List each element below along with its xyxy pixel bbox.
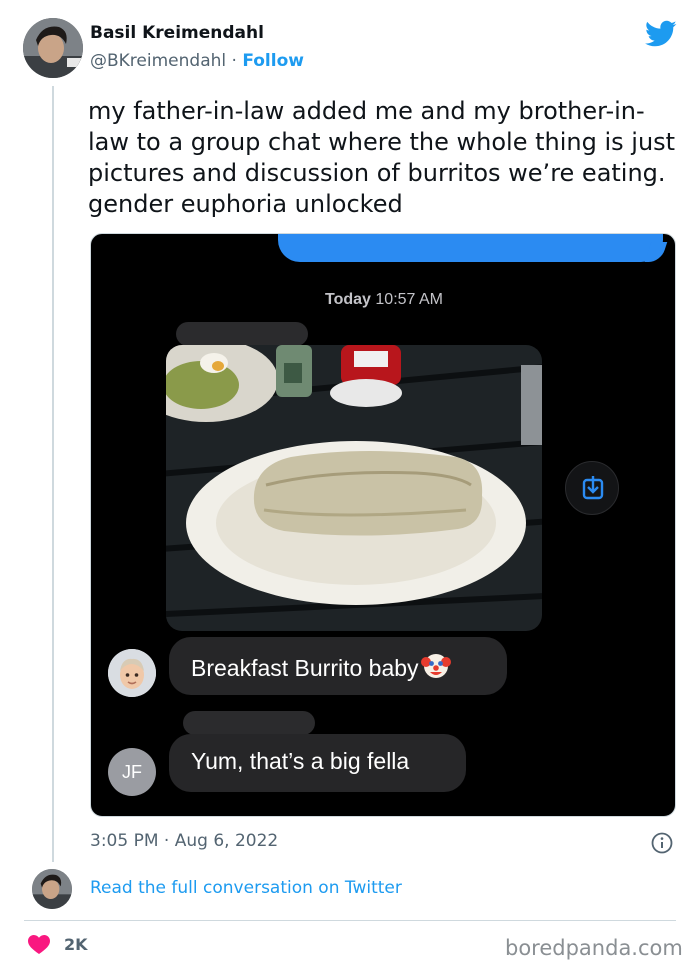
info-icon[interactable]	[651, 832, 673, 854]
timestamp-day: Today	[325, 291, 371, 308]
tweet-card: Basil Kreimendahl @BKreimendahl · Follow…	[0, 0, 700, 973]
author-name[interactable]: Basil Kreimendahl	[90, 23, 264, 43]
sent-message-bubble: chicken	[278, 234, 663, 262]
burrito-photo[interactable]	[166, 345, 542, 631]
chat-timestamp: Today 10:57 AM	[91, 291, 675, 309]
clown-face-icon	[420, 654, 451, 678]
message-screenshot[interactable]: chicken Today 10:57 AM	[90, 233, 676, 817]
contact-memoji-avatar[interactable]	[108, 649, 156, 697]
download-icon	[582, 476, 604, 500]
divider	[24, 920, 676, 921]
author-avatar[interactable]	[23, 18, 83, 78]
reply-author-avatar[interactable]	[32, 869, 72, 909]
tweet-time: 3:05 PM	[90, 831, 159, 851]
tweet-date: Aug 6, 2022	[174, 831, 279, 851]
sent-message-text: chicken	[300, 234, 388, 237]
watermark: boredpanda.com	[505, 936, 683, 960]
tweet-timestamp[interactable]: 3:05 PM · Aug 6, 2022	[90, 831, 278, 851]
timestamp-time: 10:57 AM	[375, 291, 443, 308]
heart-icon[interactable]	[28, 935, 50, 955]
separator: ·	[226, 51, 243, 71]
contact-jf-avatar[interactable]: JF	[108, 748, 156, 796]
author-handle[interactable]: @BKreimendahl	[90, 51, 226, 71]
received-message-text-1: Breakfast Burrito baby	[191, 651, 451, 682]
received-message-bubble-1: Breakfast Burrito baby	[169, 637, 507, 695]
received-message-bubble-2: Yum, that’s a big fella	[169, 734, 466, 792]
received-message-text-2: Yum, that’s a big fella	[191, 748, 410, 774]
like-count[interactable]: 2K	[64, 935, 88, 954]
twitter-bird-icon[interactable]	[645, 20, 677, 48]
thread-line	[52, 86, 54, 862]
save-image-button[interactable]	[565, 461, 619, 515]
read-full-conversation-link[interactable]: Read the full conversation on Twitter	[90, 878, 402, 898]
follow-button[interactable]: Follow	[242, 51, 304, 71]
author-handle-row: @BKreimendahl · Follow	[90, 51, 304, 71]
tweet-text: my father-in-law added me and my brother…	[88, 97, 676, 218]
redacted-sender-name	[176, 322, 308, 346]
redacted-sender-name-2	[183, 711, 315, 735]
